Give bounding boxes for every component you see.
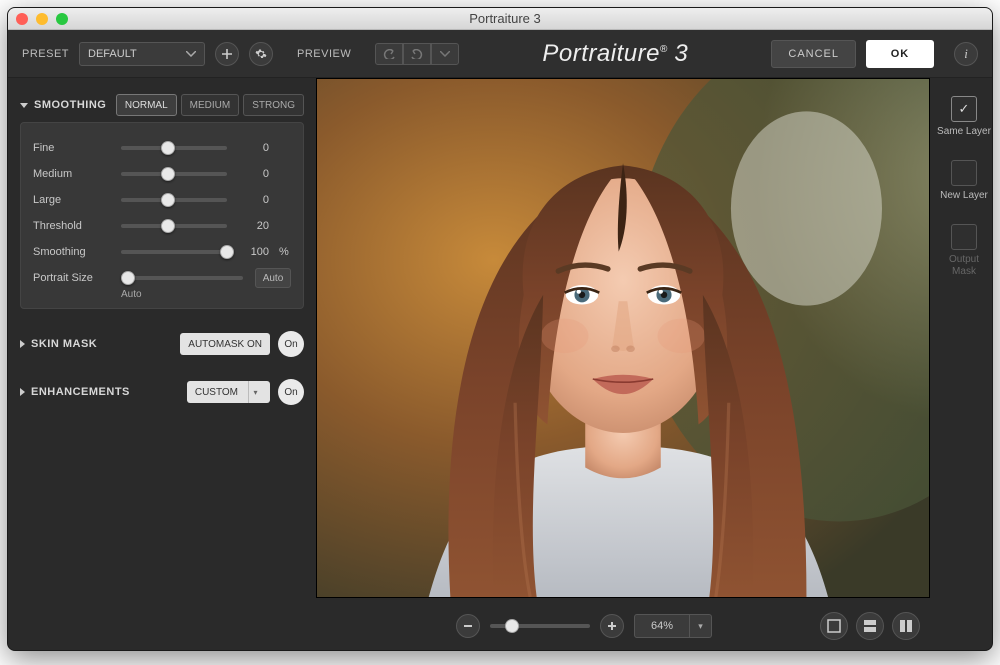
chevron-down-icon bbox=[186, 48, 196, 60]
smoothing-preset-strong[interactable]: STRONG bbox=[243, 94, 304, 116]
titlebar: Portraiture 3 bbox=[8, 8, 992, 30]
slider-fine: Fine 0 bbox=[33, 135, 291, 161]
zoom-value[interactable]: 64% bbox=[634, 614, 690, 638]
preset-label: PRESET bbox=[22, 48, 69, 60]
zoom-out-button[interactable] bbox=[456, 614, 480, 638]
smoothing-slider[interactable] bbox=[121, 250, 227, 254]
threshold-slider[interactable] bbox=[121, 224, 227, 228]
view-mode-buttons bbox=[820, 612, 920, 640]
ok-button[interactable]: OK bbox=[866, 40, 934, 68]
app-window: Portraiture 3 PRESET DEFAULT PREVIEW Por… bbox=[7, 7, 993, 651]
chevron-down-icon: ▾ bbox=[248, 381, 262, 403]
slider-large: Large 0 bbox=[33, 187, 291, 213]
checkbox-empty-icon bbox=[951, 160, 977, 186]
slider-portrait-size: Portrait Size Auto bbox=[33, 265, 291, 291]
expand-icon bbox=[20, 340, 25, 348]
add-preset-button[interactable] bbox=[215, 42, 239, 66]
slider-medium: Medium 0 bbox=[33, 161, 291, 187]
top-toolbar: PRESET DEFAULT PREVIEW Portraiture® 3 CA… bbox=[8, 30, 992, 78]
redo-button[interactable] bbox=[403, 43, 431, 65]
history-buttons bbox=[375, 43, 459, 65]
portrait-size-value-label: Auto bbox=[121, 289, 291, 300]
preview-label: PREVIEW bbox=[297, 48, 351, 60]
view-split-horizontal-button[interactable] bbox=[856, 612, 884, 640]
controls-sidebar: SMOOTHING NORMAL MEDIUM STRONG Fine 0 Me… bbox=[8, 78, 316, 650]
slider-threshold: Threshold 20 bbox=[33, 213, 291, 239]
history-dropdown[interactable] bbox=[431, 43, 459, 65]
automask-badge[interactable]: AUTOMASK ON bbox=[180, 333, 270, 355]
smoothing-preset-medium[interactable]: MEDIUM bbox=[181, 94, 240, 116]
output-mask-option[interactable]: Output Mask bbox=[936, 224, 992, 278]
preview-bottom-bar: 64% ▾ bbox=[316, 608, 930, 644]
skin-mask-section[interactable]: SKIN MASK AUTOMASK ON On bbox=[20, 321, 304, 367]
preview-area: 64% ▾ bbox=[316, 78, 936, 650]
zoom-dropdown[interactable]: ▾ bbox=[690, 614, 712, 638]
image-preview[interactable] bbox=[316, 78, 930, 598]
enhancements-toggle[interactable]: On bbox=[278, 379, 304, 405]
portrait-size-slider[interactable] bbox=[121, 276, 243, 280]
preset-select[interactable]: DEFAULT bbox=[79, 42, 205, 66]
checkbox-empty-icon bbox=[951, 224, 977, 250]
smoothing-panel: Fine 0 Medium 0 Large 0 Threshold bbox=[20, 122, 304, 309]
collapse-icon bbox=[20, 103, 28, 108]
enhancements-custom-select[interactable]: CUSTOM ▾ bbox=[187, 381, 270, 403]
slider-smoothing: Smoothing 100% bbox=[33, 239, 291, 265]
portrait-size-auto[interactable]: Auto bbox=[255, 268, 291, 288]
brand-title: Portraiture® 3 bbox=[469, 40, 761, 68]
zoom-slider[interactable] bbox=[490, 624, 590, 628]
body: SMOOTHING NORMAL MEDIUM STRONG Fine 0 Me… bbox=[8, 78, 992, 650]
zoom-in-button[interactable] bbox=[600, 614, 624, 638]
preset-value: DEFAULT bbox=[88, 48, 137, 60]
smoothing-section-header[interactable]: SMOOTHING NORMAL MEDIUM STRONG bbox=[20, 94, 304, 116]
smoothing-preset-tabs: NORMAL MEDIUM STRONG bbox=[116, 94, 304, 116]
info-button[interactable]: i bbox=[954, 42, 978, 66]
fine-slider[interactable] bbox=[121, 146, 227, 150]
undo-button[interactable] bbox=[375, 43, 403, 65]
checkbox-checked-icon: ✓ bbox=[951, 96, 977, 122]
expand-icon bbox=[20, 388, 25, 396]
window-title: Portraiture 3 bbox=[26, 11, 984, 26]
cancel-button[interactable]: CANCEL bbox=[771, 40, 856, 68]
smoothing-preset-normal[interactable]: NORMAL bbox=[116, 94, 177, 116]
large-slider[interactable] bbox=[121, 198, 227, 202]
view-split-vertical-button[interactable] bbox=[892, 612, 920, 640]
view-single-button[interactable] bbox=[820, 612, 848, 640]
skinmask-toggle[interactable]: On bbox=[278, 331, 304, 357]
medium-slider[interactable] bbox=[121, 172, 227, 176]
portrait-image bbox=[317, 79, 929, 597]
new-layer-option[interactable]: New Layer bbox=[940, 160, 988, 202]
same-layer-option[interactable]: ✓ Same Layer bbox=[937, 96, 991, 138]
output-rail: ✓ Same Layer New Layer Output Mask bbox=[936, 78, 992, 650]
enhancements-section[interactable]: ENHANCEMENTS CUSTOM ▾ On bbox=[20, 369, 304, 415]
settings-button[interactable] bbox=[249, 42, 273, 66]
